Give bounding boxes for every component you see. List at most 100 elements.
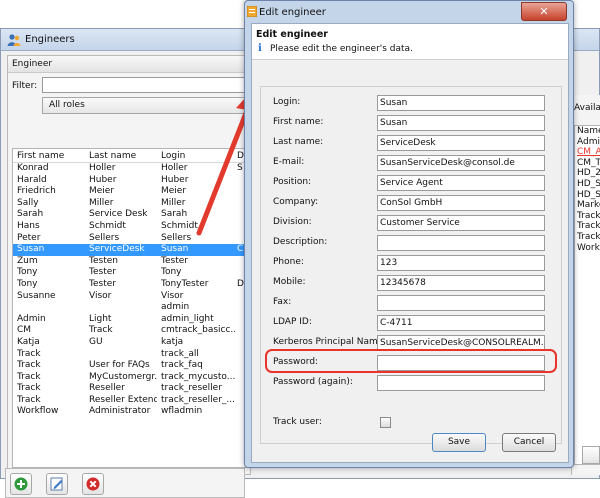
table-row[interactable]: Track User for FAQs track_faq [13,360,251,372]
column-header[interactable]: Last name [89,149,157,163]
field-label: LDAP ID: [273,317,312,327]
available-list[interactable]: Name AdminLCM_AcCM_TrHD_2nHD_SaHD_SuMark… [574,125,600,465]
table-cell: wfladmin [161,406,203,417]
cancel-button[interactable]: Cancel [502,433,556,452]
table-cell: Track [17,348,41,359]
track-user-checkbox[interactable] [380,417,391,428]
field-label: Description: [273,237,328,247]
engineer-panel: Engineer Filter: All roles First name La… [7,55,254,475]
table-row[interactable]: Konrad Holler Holler S [13,163,251,175]
table-row[interactable]: Track Reseller track_reseller [13,383,251,395]
list-item[interactable]: Market [575,200,600,211]
table-row[interactable]: admin [13,302,251,314]
table-cell: TonyTester [161,278,209,289]
field-input[interactable]: Customer Service [377,215,545,231]
users-icon [7,34,21,46]
table-cell: track_faq [161,360,203,371]
table-cell: track_reseller [161,383,222,394]
field-input[interactable] [377,375,545,391]
field-input[interactable]: C-4711 [377,315,545,331]
field-input[interactable]: Susan [377,115,545,131]
table-cell: Miller [161,197,186,208]
list-item[interactable]: HD_2n [575,168,600,179]
field-input[interactable]: 123 [377,255,545,271]
field-label: Login: [273,97,301,107]
list-item[interactable]: Workfl [575,243,600,254]
field-input[interactable]: ServiceDesk [377,135,545,151]
edit-engineer-button[interactable] [46,473,68,495]
table-row[interactable]: Track Reseller Extended track_reseller_... [13,395,251,407]
table-cell: Administrator [89,406,151,417]
save-button[interactable]: Save [432,433,486,452]
list-item[interactable]: TrackR [575,232,600,243]
field-input[interactable]: Service Agent [377,175,545,191]
delete-icon [86,477,100,491]
list-item[interactable]: HD_Sa [575,179,600,190]
engineers-table[interactable]: First name Last name Login D Konrad Holle… [12,148,252,468]
close-button[interactable]: ✕ [521,2,567,21]
table-row[interactable]: Sarah Service Desk Sarah [13,209,251,221]
table-cell: Track [17,360,41,371]
table-row[interactable]: SusanServiceDeskSusanCus [13,244,251,256]
table-row[interactable]: Peter Sellers Sellers [13,233,251,245]
field-label: Position: [273,177,312,187]
engineers-window-title: Engineers [25,34,75,45]
table-cell: Sarah [161,209,188,220]
add-engineer-button[interactable] [10,473,32,495]
column-header[interactable]: Login [161,149,235,163]
field-input[interactable]: 12345678 [377,275,545,291]
list-item[interactable]: CM_Tr [575,158,600,169]
field-input[interactable] [377,235,545,251]
field-label: Kerberos Principal Name: [273,337,387,347]
table-cell: Huber [89,174,117,185]
filter-input[interactable] [42,77,254,93]
role-select[interactable]: All roles [42,97,254,114]
table-row[interactable]: Admin Light admin_light [13,314,251,326]
table-row[interactable]: TonyTesterTonyTesterDevi [13,279,251,291]
field-input[interactable]: SusanServiceDesk@consol.de [377,155,545,171]
table-row[interactable]: Workflow Administrator wfladmin [13,406,251,418]
field-input[interactable]: Susan [377,95,545,111]
list-item[interactable]: CM_Ac [575,147,600,158]
table-cell: Service Desk [89,209,148,220]
table-header: First name Last name Login D [13,149,251,163]
table-row[interactable]: Katja GU katja [13,337,251,349]
field-input[interactable] [377,295,545,311]
table-row[interactable]: Sally Miller Miller [13,198,251,210]
field-label: Fax: [273,297,292,307]
delete-engineer-button[interactable] [82,473,104,495]
table-row[interactable]: CM Track cmtrack_basicc... [13,325,251,337]
table-cell: Tester [161,255,188,266]
list-item[interactable]: TrackM [575,221,600,232]
edit-engineer-dialog: Edit engineer ✕ Edit engineer i Please e… [244,0,574,468]
table-row[interactable]: Track track_all [13,349,251,361]
engineer-form: Login: Susan First name: Susan Last name: Ser… [260,86,562,444]
table-row[interactable]: Tony Tester Tony [13,267,251,279]
dialog-body: Edit engineer i Please edit the engineer… [251,23,569,463]
table-cell: Reseller Extended [89,394,157,405]
table-cell: track_reseller_... [161,394,235,405]
table-cell: Holler [89,163,116,173]
list-item[interactable]: AdminL [575,137,600,148]
table-cell: Track [89,325,113,336]
list-item[interactable]: HD_Su [575,190,600,201]
engineer-toolbar [5,468,245,498]
list-item[interactable]: TrackA [575,211,600,222]
table-cell: ServiceDesk [89,244,145,255]
table-row[interactable]: Susanne Visor Visor [13,291,251,303]
field-input[interactable]: ConSol GmbH [377,195,545,211]
table-cell: Meier [161,186,187,197]
add-icon [14,477,28,491]
table-cell: track_all [161,348,199,359]
table-row[interactable]: Zum Testen Tester [13,256,251,268]
scroll-left-button[interactable] [582,446,600,464]
table-row[interactable]: Hans Schmidt Schmidt [13,221,251,233]
table-row[interactable]: Friedrich Meier Meier [13,186,251,198]
table-cell: Peter [17,232,41,243]
list-header: Name [577,126,600,136]
table-row[interactable]: Harald Huber Huber [13,175,251,187]
available-items: AdminLCM_AcCM_TrHD_2nHD_SaHD_SuMarketTra… [575,137,600,254]
table-cell: Tester [89,267,116,278]
column-header[interactable]: First name [17,149,85,163]
table-row[interactable]: Track MyCustomergr... track_mycusto... [13,372,251,384]
